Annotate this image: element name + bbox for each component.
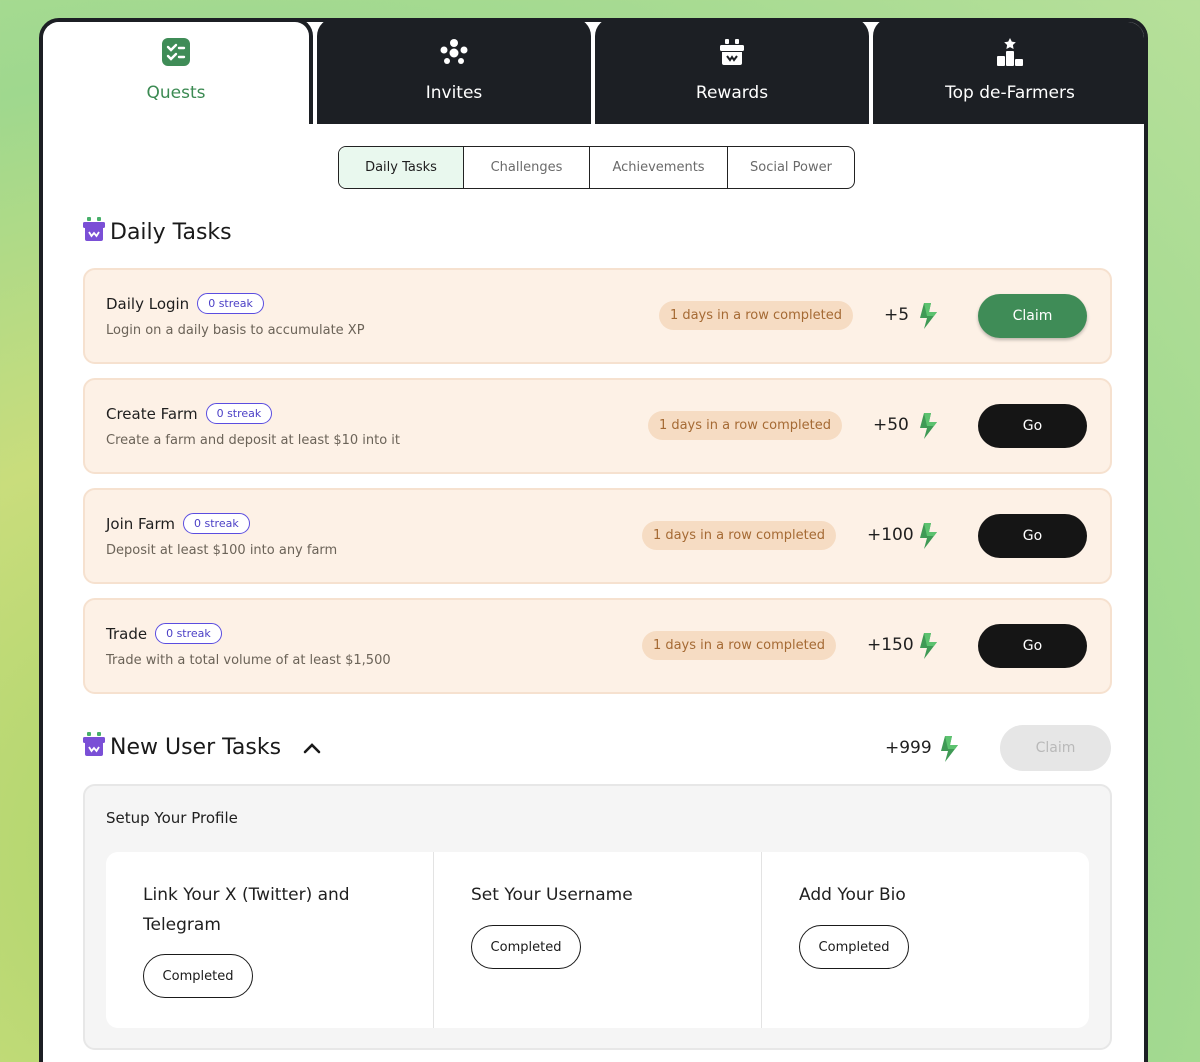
task-name: Trade [106, 624, 148, 643]
tab-label: Rewards [695, 83, 769, 103]
gift-icon [717, 34, 747, 70]
completed-button[interactable]: Completed [471, 925, 581, 969]
completed-button[interactable]: Completed [799, 925, 909, 969]
task-name-row: Create Farm 0 streak [106, 403, 273, 424]
streak-badge: 0 streak [183, 513, 250, 534]
checklist-icon [161, 34, 191, 70]
subtab-achievements[interactable]: Achievements [590, 147, 728, 188]
bolt-icon [916, 302, 940, 334]
tab-label: Quests [146, 83, 206, 103]
subtab-challenges[interactable]: Challenges [464, 147, 590, 188]
completed-button[interactable]: Completed [143, 954, 253, 998]
status-pill: 1 days in a row completed [658, 301, 853, 330]
tab-rewards[interactable]: Rewards [595, 22, 869, 124]
task-description: Deposit at least $100 into any farm [106, 543, 338, 558]
points-value: +50 [873, 415, 909, 435]
section-title: Daily Tasks [110, 219, 232, 245]
profile-task-link-socials: Link Your X (Twitter) and Telegram Compl… [106, 852, 434, 1028]
tab-top-de-farmers[interactable]: Top de-Farmers [873, 22, 1144, 124]
setup-profile-panel: Setup Your Profile Link Your X (Twitter)… [83, 784, 1112, 1050]
task-card-daily-login: Daily Login 0 streak Login on a daily ba… [83, 268, 1112, 364]
claim-button[interactable]: Claim [978, 294, 1087, 338]
panel-title: Setup Your Profile [106, 809, 238, 827]
profile-task-username: Set Your Username Completed [434, 852, 762, 1028]
task-description: Trade with a total volume of at least $1… [106, 653, 391, 668]
bolt-icon [916, 522, 940, 554]
tab-quests[interactable]: Quests [43, 22, 313, 124]
people-icon [439, 34, 469, 70]
task-name-row: Daily Login 0 streak [106, 293, 264, 314]
profile-task-title: Link Your X (Twitter) and Telegram [143, 885, 350, 935]
new-user-tasks-actions: +999 Claim [83, 725, 1112, 771]
subtab-daily-tasks[interactable]: Daily Tasks [339, 147, 464, 188]
tab-invites[interactable]: Invites [317, 22, 591, 124]
points-value: +999 [885, 738, 932, 758]
bolt-icon [916, 632, 940, 664]
streak-badge: 0 streak [205, 403, 273, 424]
subtab-social-power[interactable]: Social Power [728, 147, 854, 188]
status-pill: 1 days in a row completed [647, 411, 842, 440]
go-button[interactable]: Go [978, 514, 1087, 558]
profile-task-title: Set Your Username [471, 885, 633, 905]
task-card-create-farm: Create Farm 0 streak Create a farm and d… [83, 378, 1112, 474]
points-value: +100 [867, 525, 914, 545]
tab-label: Invites [425, 83, 483, 103]
task-name: Join Farm [106, 514, 176, 533]
bolt-icon [916, 412, 940, 444]
claim-button-disabled[interactable]: Claim [1000, 725, 1111, 771]
task-description: Login on a daily basis to accumulate XP [106, 323, 365, 338]
status-pill: 1 days in a row completed [641, 631, 836, 660]
status-pill: 1 days in a row completed [641, 521, 836, 550]
task-name: Daily Login [106, 294, 190, 313]
main-tabs: Quests Invites Rewards Top de-Farmers [43, 22, 1144, 124]
task-description: Create a farm and deposit at least $10 i… [106, 433, 401, 448]
daily-tasks-heading: Daily Tasks [82, 216, 232, 248]
task-card-join-farm: Join Farm 0 streak Deposit at least $100… [83, 488, 1112, 584]
podium-icon [995, 34, 1025, 70]
quest-subtabs: Daily Tasks Challenges Achievements Soci… [338, 146, 855, 189]
streak-badge: 0 streak [155, 623, 222, 644]
task-name: Create Farm [106, 404, 198, 423]
task-card-trade: Trade 0 streak Trade with a total volume… [83, 598, 1112, 694]
streak-badge: 0 streak [197, 293, 264, 314]
gift-icon [82, 216, 106, 248]
go-button[interactable]: Go [978, 624, 1087, 668]
profile-task-bio: Add Your Bio Completed [762, 852, 1089, 1028]
quests-card: Quests Invites Rewards Top de-Farmers Da… [39, 18, 1148, 1062]
profile-task-list: Link Your X (Twitter) and Telegram Compl… [106, 852, 1089, 1028]
task-name-row: Trade 0 streak [106, 623, 222, 644]
task-name-row: Join Farm 0 streak [106, 513, 250, 534]
profile-task-title: Add Your Bio [799, 885, 906, 905]
bolt-icon [937, 735, 961, 767]
tab-label: Top de-Farmers [945, 83, 1075, 103]
points-value: +5 [884, 305, 910, 325]
go-button[interactable]: Go [978, 404, 1087, 448]
points-value: +150 [867, 635, 914, 655]
